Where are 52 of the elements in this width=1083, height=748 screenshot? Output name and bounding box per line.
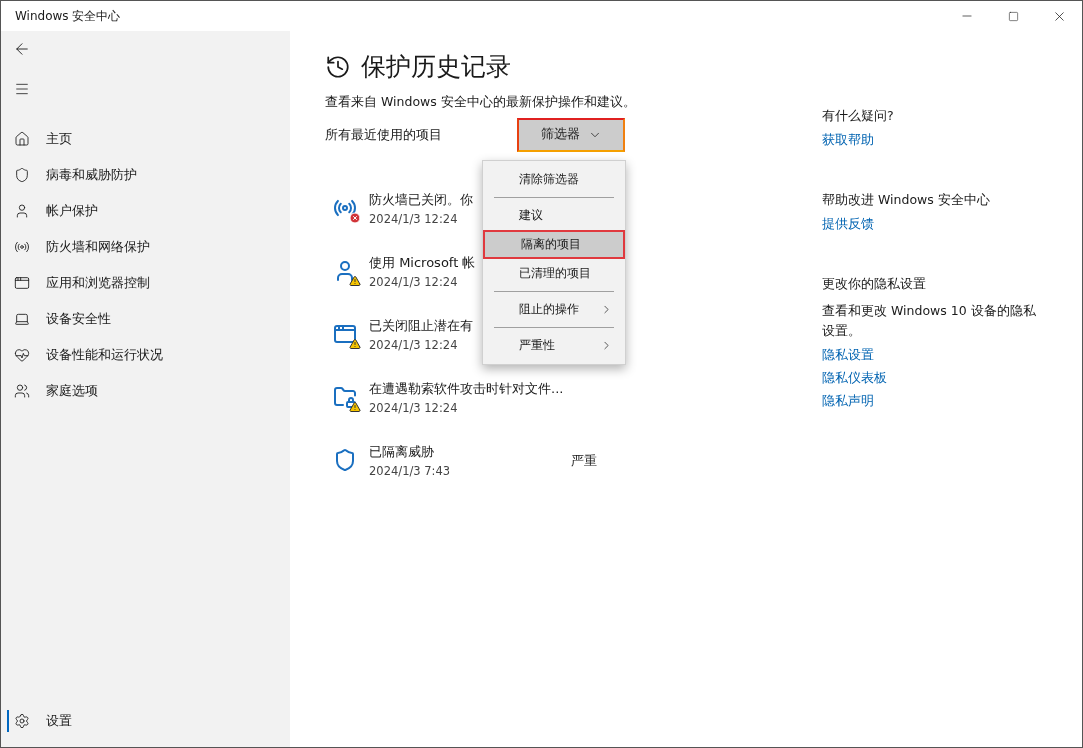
menu-item[interactable]: 清除筛选器: [483, 164, 625, 194]
section-text: 查看和更改 Windows 10 设备的隐私设置。: [822, 302, 1037, 341]
home-icon: [14, 131, 30, 147]
help-link[interactable]: 隐私声明: [822, 392, 874, 411]
history-time: 2024/1/3 12:24: [369, 211, 458, 229]
menu-item[interactable]: 阻止的操作: [483, 294, 625, 324]
history-time: 2024/1/3 12:24: [369, 274, 458, 292]
history-title: 在遭遇勒索软件攻击时针对文件...: [369, 379, 564, 398]
section-heading: 更改你的隐私设置: [822, 274, 927, 293]
history-time: 2024/1/3 12:24: [369, 337, 458, 355]
nav-item[interactable]: 主页: [1, 121, 290, 157]
help-link[interactable]: 获取帮助: [822, 130, 874, 149]
history-time: 2024/1/3 12:24: [369, 400, 458, 418]
menu-item[interactable]: 隔离的项目: [483, 229, 625, 259]
section-heading: 帮助改进 Windows 安全中心: [822, 190, 991, 209]
nav-item[interactable]: 家庭选项: [1, 373, 290, 409]
severity-text: 严重: [571, 451, 597, 470]
window-title: Windows 安全中心: [14, 8, 121, 25]
nav-item[interactable]: 应用和浏览器控制: [1, 265, 290, 301]
menu-item[interactable]: 建议: [483, 200, 625, 230]
page-subtitle: 查看来自 Windows 安全中心的最新保护操作和建议。: [325, 93, 637, 111]
menu-item[interactable]: 已清理的项目: [483, 258, 625, 288]
nav-item[interactable]: 病毒和威胁防护: [1, 157, 290, 193]
help-link[interactable]: 隐私设置: [822, 346, 874, 365]
history-title: 防火墙已关闭。你: [369, 190, 473, 209]
history-title: 已关闭阻止潜在有: [369, 316, 473, 335]
nav-item[interactable]: 设置: [1, 703, 290, 739]
laptop-icon: [14, 311, 30, 327]
nav-item[interactable]: 防火墙和网络保护: [1, 229, 290, 265]
history-title: 使用 Microsoft 帐: [369, 253, 476, 272]
nav-item[interactable]: 设备安全性: [1, 301, 290, 337]
section-heading: 有什么疑问?: [822, 107, 895, 125]
history-title: 已隔离威胁: [369, 442, 434, 461]
people-icon: [14, 383, 30, 399]
nav-item[interactable]: 帐户保护: [1, 193, 290, 229]
person-icon: [14, 203, 30, 219]
history-icon: [325, 54, 351, 80]
history-time: 2024/1/3 7:43: [369, 463, 451, 481]
antenna-icon: [14, 239, 30, 255]
list-label: 所有最近使用的项目: [325, 125, 443, 144]
heart-icon: [14, 347, 30, 363]
nav-item[interactable]: 设备性能和运行状况: [1, 337, 290, 373]
window-icon: [14, 275, 30, 291]
help-link[interactable]: 隐私仪表板: [822, 369, 887, 388]
menu-item[interactable]: 严重性: [483, 330, 625, 360]
help-link[interactable]: 提供反馈: [822, 214, 874, 233]
settings-icon: [14, 713, 30, 729]
filter-button[interactable]: 筛选器: [517, 117, 625, 152]
page-title: 保护历史记录: [361, 51, 511, 83]
shield-icon: [333, 447, 357, 472]
shield-icon: [14, 167, 30, 183]
maximize-icon: [1007, 10, 1019, 22]
